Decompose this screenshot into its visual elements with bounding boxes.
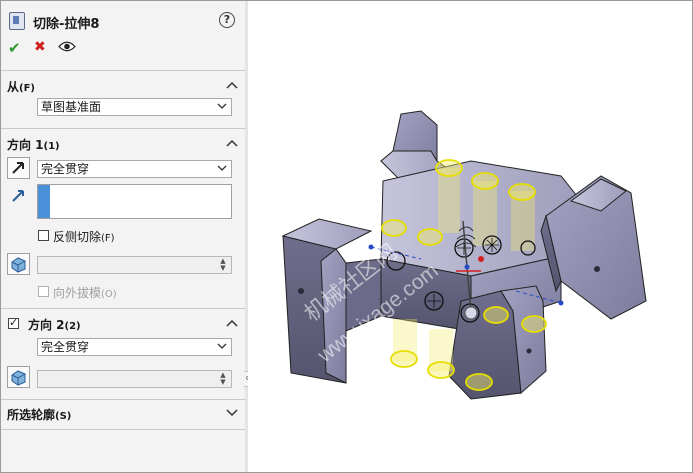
draft-outward-checkbox[interactable] — [38, 286, 49, 297]
flip-side-cut-checkbox[interactable] — [38, 230, 49, 241]
from-condition-value: 草图基准面 — [41, 100, 102, 114]
draft-icon — [11, 257, 26, 273]
direction2-end-condition-select[interactable]: 完全贯穿 — [37, 338, 232, 356]
flip-side-cut-label[interactable]: 反侧切除(F) — [53, 228, 115, 245]
chevron-up-icon[interactable] — [226, 81, 238, 89]
draft-toggle-button-2[interactable] — [7, 366, 30, 388]
panel-title: 切除-拉伸8 — [33, 17, 100, 32]
direction-arrow-icon — [12, 190, 24, 202]
from-condition-select[interactable]: 草图基准面 — [37, 98, 232, 116]
reverse-direction-button[interactable] — [7, 157, 30, 179]
direction1-label: 方向 1 — [7, 138, 44, 152]
direction2-label: 方向 2 — [28, 318, 65, 332]
draft-outward-shortcut: (O) — [101, 289, 117, 300]
flip-side-cut-text: 反侧切除 — [53, 230, 102, 244]
divider — [1, 399, 245, 400]
chevron-down-icon — [217, 343, 227, 349]
chevron-down-icon[interactable] — [226, 409, 238, 417]
draft-outward-text: 向外拔模 — [53, 286, 102, 300]
direction1-shortcut: (1) — [43, 141, 60, 152]
model-viewport[interactable]: 机械社区网 www.jxage.com — [248, 1, 692, 472]
from-section-shortcut: (F) — [19, 83, 35, 94]
selected-contours-section-header[interactable]: 所选轮廓(S) — [7, 406, 71, 423]
spin-down-icon[interactable]: ▼ — [217, 265, 229, 272]
selected-contours-label: 所选轮廓 — [7, 408, 56, 422]
divider — [1, 128, 245, 129]
draft-angle-spinner[interactable]: ▲ ▼ — [37, 256, 232, 274]
selection-highlight — [38, 185, 50, 218]
chevron-up-icon[interactable] — [226, 319, 238, 327]
flip-side-cut-shortcut: (F) — [101, 233, 115, 244]
direction2-shortcut: (2) — [64, 321, 81, 332]
direction1-vector-selection-box[interactable] — [37, 184, 232, 219]
draft-outward-label: 向外拔模(O) — [53, 284, 117, 301]
direction1-end-condition-value: 完全贯穿 — [41, 162, 90, 176]
chevron-down-icon — [217, 165, 227, 171]
spin-down-icon[interactable]: ▼ — [217, 379, 229, 386]
draft-angle-spinner-2[interactable]: ▲ ▼ — [37, 370, 232, 388]
from-section-header[interactable]: 从(F) — [7, 78, 35, 95]
divider — [1, 70, 245, 71]
chevron-up-icon[interactable] — [226, 139, 238, 147]
graphics-area[interactable]: 机械社区网 www.jxage.com — [248, 1, 692, 472]
app-window: 切除-拉伸8 ? ✔ ✖ 从(F) 草图基准面 方向 1(1) 完全贯穿 反侧切… — [0, 0, 693, 473]
direction2-section-header[interactable]: 方向 2(2) — [28, 316, 81, 333]
extrude-cut-feature-icon — [9, 12, 25, 30]
ok-checkmark-icon[interactable]: ✔ — [8, 39, 21, 57]
chevron-down-icon — [217, 103, 227, 109]
help-icon[interactable]: ? — [219, 12, 235, 28]
cancel-x-icon[interactable]: ✖ — [34, 39, 46, 55]
divider — [1, 429, 245, 430]
from-section-label: 从 — [7, 80, 20, 94]
draft-toggle-button[interactable] — [7, 253, 30, 275]
eye-icon[interactable] — [58, 41, 76, 52]
divider — [1, 308, 245, 309]
property-manager-panel: 切除-拉伸8 ? ✔ ✖ 从(F) 草图基准面 方向 1(1) 完全贯穿 反侧切… — [1, 1, 246, 472]
direction1-section-header[interactable]: 方向 1(1) — [7, 136, 60, 153]
direction2-end-condition-value: 完全贯穿 — [41, 340, 90, 354]
selected-contours-shortcut: (S) — [55, 411, 72, 422]
draft-icon — [11, 370, 26, 386]
reverse-direction-icon — [12, 162, 24, 174]
direction1-end-condition-select[interactable]: 完全贯穿 — [37, 160, 232, 178]
direction2-checkbox[interactable] — [8, 316, 19, 329]
